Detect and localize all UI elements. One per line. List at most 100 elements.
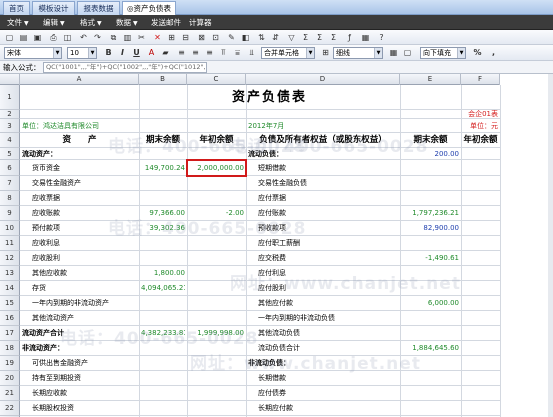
- row-header-10[interactable]: 10: [0, 221, 20, 236]
- italic-icon[interactable]: I: [117, 47, 128, 58]
- bold-icon[interactable]: B: [103, 47, 114, 58]
- tab-1[interactable]: 模板设计: [32, 1, 75, 15]
- align-right-icon[interactable]: ≡: [204, 47, 215, 58]
- align-bottom-icon[interactable]: ⫫: [246, 47, 257, 58]
- select-all-corner[interactable]: [0, 74, 20, 85]
- function-icon[interactable]: ƒ: [344, 32, 355, 43]
- cell-22a[interactable]: 长期股权投资: [22, 401, 137, 416]
- row-header-19[interactable]: 19: [0, 356, 20, 371]
- cell-7a[interactable]: 交易性金融资产: [22, 176, 137, 191]
- help-icon[interactable]: ?: [376, 32, 387, 43]
- align-middle-icon[interactable]: ⩸: [232, 47, 243, 58]
- sum-col-icon[interactable]: Σ: [328, 32, 339, 43]
- row-header-2[interactable]: 2: [0, 110, 20, 119]
- cell-15d[interactable]: 其他应付款: [248, 296, 398, 311]
- format-brush-icon[interactable]: ✎: [226, 32, 237, 43]
- row-header-20[interactable]: 20: [0, 371, 20, 386]
- company-name[interactable]: 单位：鸿达洁具有限公司: [22, 119, 185, 133]
- percent-button[interactable]: %: [472, 47, 483, 58]
- tab-3[interactable]: ◎资产负债表: [122, 1, 176, 16]
- row-header-16[interactable]: 16: [0, 311, 20, 326]
- cell-10e[interactable]: 82,900.00: [402, 221, 459, 236]
- sort-asc-icon[interactable]: ⇅: [256, 32, 267, 43]
- align-left-icon[interactable]: ≡: [176, 47, 187, 58]
- delete-row-icon[interactable]: ⊠: [196, 32, 207, 43]
- vertical-scrollbar[interactable]: [548, 74, 553, 417]
- tab-2[interactable]: 报表数据: [77, 1, 120, 15]
- spreadsheet-grid[interactable]: ABCDEF 1 2 3 4 5 6 7 8 9 10 11 12 13 14 15 16 17 18 19 20 21…: [0, 74, 553, 417]
- border-all-icon[interactable]: ▦: [388, 47, 399, 58]
- cell-12a[interactable]: 应收股利: [22, 251, 137, 266]
- cell-15e[interactable]: 6,000.00: [402, 296, 459, 311]
- formula-input[interactable]: QC("1001",,,"年")+QC("1002",,,"年")+QC("10…: [43, 62, 207, 73]
- form-number[interactable]: 会企01表: [402, 110, 498, 119]
- menu-0[interactable]: 文件 ▼: [7, 15, 29, 30]
- row-header-1[interactable]: 1: [0, 85, 20, 110]
- filter-icon[interactable]: ▽: [286, 32, 297, 43]
- menu-3[interactable]: 数据 ▼: [116, 15, 138, 30]
- font-color-icon[interactable]: A: [146, 47, 157, 58]
- align-center-icon[interactable]: ≡: [190, 47, 201, 58]
- fill-down-select[interactable]: 向下填充 ▼: [420, 47, 466, 59]
- sort-desc-icon[interactable]: ⇵: [270, 32, 281, 43]
- menu-5[interactable]: 计算器: [189, 15, 212, 30]
- cell-7d[interactable]: 交易性金融负债: [248, 176, 398, 191]
- row-header-3[interactable]: 3: [0, 119, 20, 133]
- cell-19a[interactable]: 可供出售金融资产: [22, 356, 137, 371]
- open-icon[interactable]: ▤: [18, 32, 29, 43]
- cell-14b[interactable]: 4,094,065.21: [141, 281, 185, 296]
- sum-row-icon[interactable]: Σ: [314, 32, 325, 43]
- cell-12d[interactable]: 应交税费: [248, 251, 398, 266]
- cell-17d[interactable]: 其他流动负债: [248, 326, 398, 341]
- cell-13a[interactable]: 其他应收款: [22, 266, 137, 281]
- sum-icon[interactable]: Σ: [300, 32, 311, 43]
- row-header-11[interactable]: 11: [0, 236, 20, 251]
- comma-button[interactable]: ,: [488, 47, 499, 58]
- column-header-A[interactable]: A: [20, 74, 139, 85]
- insert-col-icon[interactable]: ⊟: [180, 32, 191, 43]
- column-header-E[interactable]: E: [400, 74, 461, 85]
- row-header-14[interactable]: 14: [0, 281, 20, 296]
- merge-cells-select[interactable]: 合并单元格 ▼: [261, 47, 315, 59]
- font-size-select[interactable]: 10 ▼: [67, 47, 97, 59]
- menu-4[interactable]: 发送邮件: [151, 15, 181, 30]
- row-header-13[interactable]: 13: [0, 266, 20, 281]
- print-icon[interactable]: ⎙: [48, 32, 59, 43]
- save-icon[interactable]: ▣: [32, 32, 43, 43]
- report-title[interactable]: 资产负债表: [141, 85, 398, 110]
- delete-col-icon[interactable]: ⊡: [210, 32, 221, 43]
- column-header-D[interactable]: D: [246, 74, 400, 85]
- cell-21a[interactable]: 长期应收款: [22, 386, 137, 401]
- header-begin-balance-2[interactable]: 年初余额: [463, 133, 498, 148]
- preview-icon[interactable]: ◫: [62, 32, 73, 43]
- row-header-6[interactable]: 6: [0, 160, 20, 176]
- row-header-22[interactable]: 22: [0, 401, 20, 416]
- font-family-select[interactable]: 宋体 ▼: [4, 47, 62, 59]
- row-header-17[interactable]: 17: [0, 326, 20, 341]
- cell-15a[interactable]: 一年内到期的非流动资产: [22, 296, 137, 311]
- tab-0[interactable]: 首页: [3, 1, 30, 15]
- underline-icon[interactable]: U: [131, 47, 142, 58]
- cell-12e[interactable]: -1,490.61: [402, 251, 459, 266]
- chart-icon[interactable]: ▦: [360, 32, 371, 43]
- row-header-18[interactable]: 18: [0, 341, 20, 356]
- cell-6d[interactable]: 短期借款: [248, 160, 398, 176]
- border-icon[interactable]: ⊞: [320, 47, 331, 58]
- insert-image-icon[interactable]: ◧: [240, 32, 251, 43]
- paste-icon[interactable]: ▥: [122, 32, 133, 43]
- menu-2[interactable]: 格式 ▼: [80, 15, 102, 30]
- cell-20a[interactable]: 持有至到期投资: [22, 371, 137, 386]
- insert-row-icon[interactable]: ⊞: [166, 32, 177, 43]
- unit-label[interactable]: 单位：元: [402, 119, 498, 133]
- cut-icon[interactable]: ✂: [136, 32, 147, 43]
- row-header-12[interactable]: 12: [0, 251, 20, 266]
- cell-9e[interactable]: 1,797,236.21: [402, 206, 459, 221]
- row-header-4[interactable]: 4: [0, 133, 20, 148]
- column-header-C[interactable]: C: [187, 74, 246, 85]
- border-outer-icon[interactable]: ▢: [402, 47, 413, 58]
- report-period[interactable]: 2012年7月: [248, 119, 398, 133]
- cell-16d[interactable]: 一年内到期的非流动负债: [248, 311, 398, 326]
- align-top-icon[interactable]: ⫪: [218, 47, 229, 58]
- cell-22d[interactable]: 长期应付款: [248, 401, 398, 416]
- row-header-5[interactable]: 5: [0, 148, 20, 160]
